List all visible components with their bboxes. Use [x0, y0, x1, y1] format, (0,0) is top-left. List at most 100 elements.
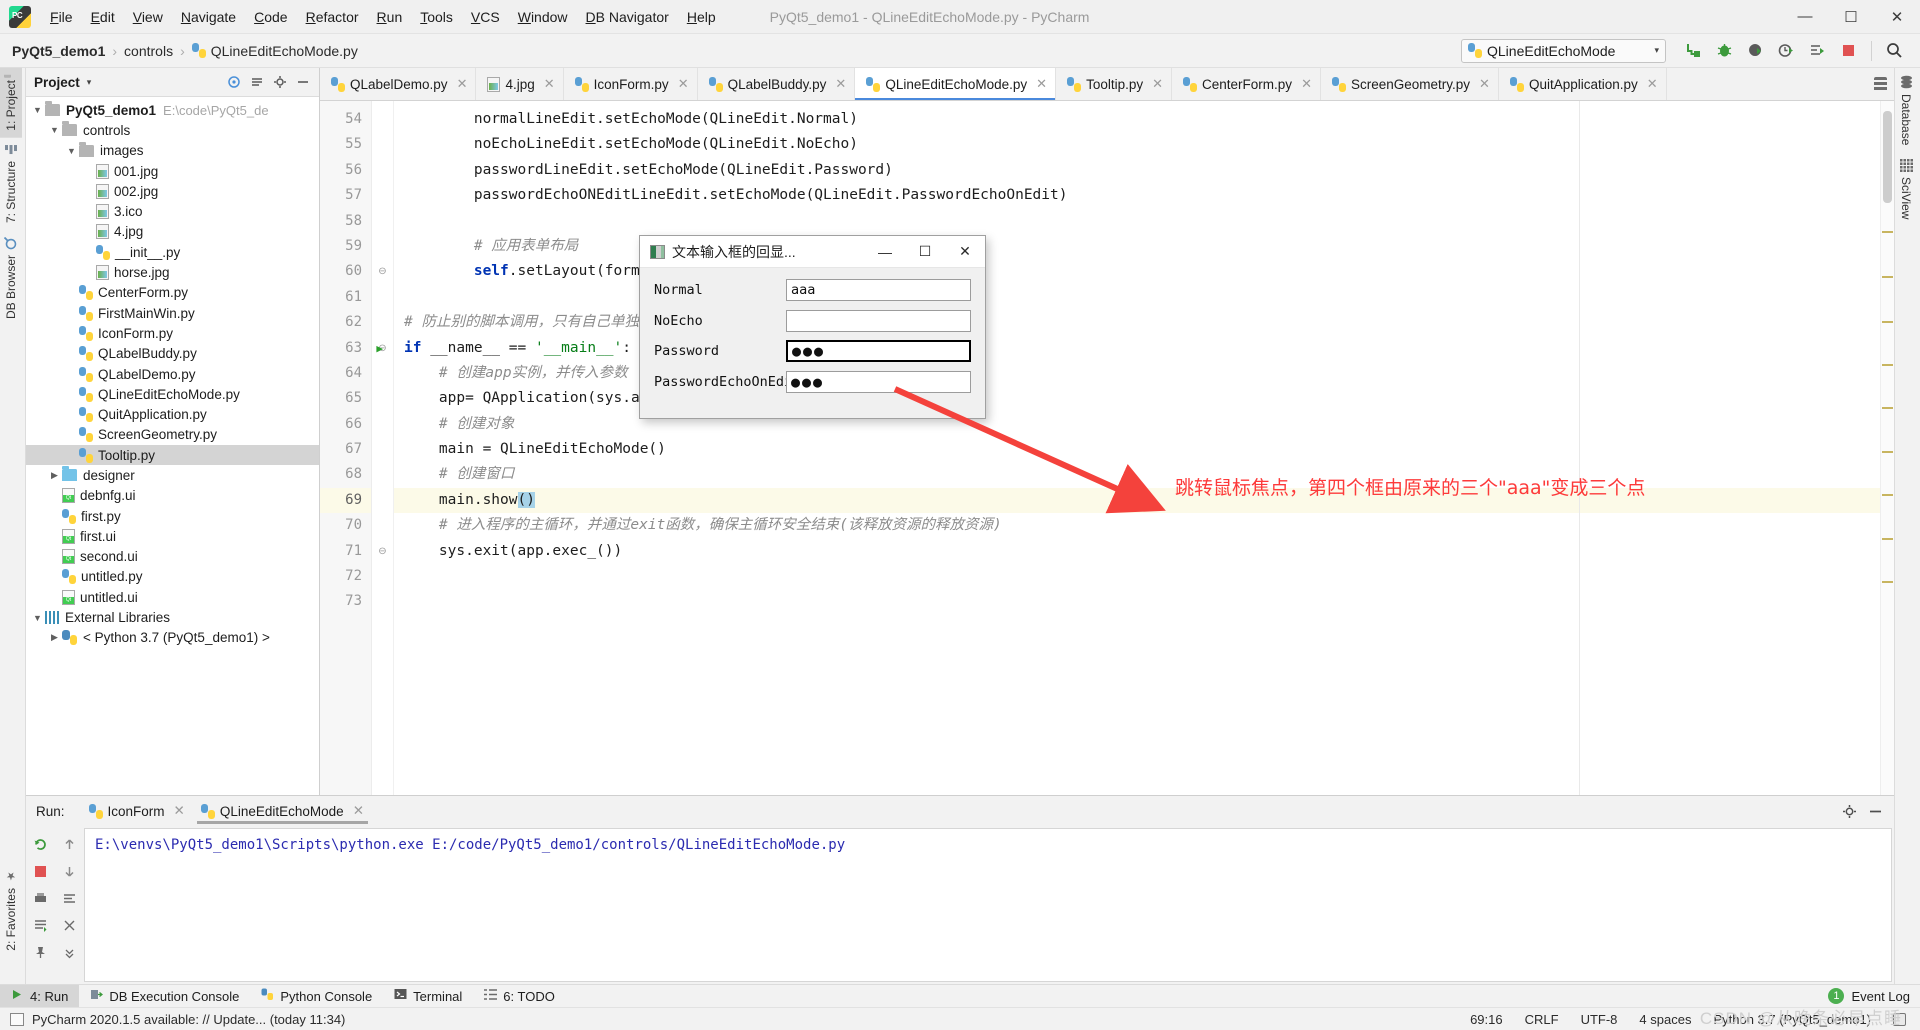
tree-node[interactable]: Tooltip.py [26, 445, 319, 466]
tree-node[interactable]: 001.jpg [26, 161, 319, 181]
menu-vcs[interactable]: VCS [462, 6, 509, 28]
left-tab-project[interactable]: 1: Project [0, 68, 22, 138]
fold-marker[interactable] [372, 183, 393, 208]
dialog-input-passwordechoonedit[interactable]: ●●● [786, 370, 971, 393]
down-arrow-icon[interactable] [57, 859, 82, 883]
tree-node[interactable]: __init__.py [26, 242, 319, 262]
fold-marker[interactable] [372, 564, 393, 589]
dialog-close-icon[interactable]: ✕ [945, 236, 985, 268]
close-icon[interactable]: ✕ [678, 76, 689, 92]
fold-marker[interactable]: ⊖ [372, 259, 393, 284]
code-line[interactable]: normalLineEdit.setEchoMode(QLineEdit.Nor… [394, 107, 1894, 132]
editor-tab-overflow[interactable] [1867, 68, 1894, 100]
editor-tab-4-jpg[interactable]: 4.jpg ✕ [476, 68, 564, 100]
stop-icon[interactable] [28, 859, 53, 883]
fold-marker[interactable] [372, 437, 393, 462]
fold-marker[interactable] [372, 462, 393, 487]
code-line[interactable]: # 进入程序的主循环，并通过exit函数，确保主循环安全结束(该释放资源的释放资… [394, 513, 1894, 538]
close-icon[interactable]: ✕ [544, 76, 555, 92]
menu-run[interactable]: Run [368, 6, 412, 28]
line-separator[interactable]: CRLF [1525, 1012, 1559, 1027]
menu-file[interactable]: File [41, 6, 82, 28]
tree-twisty-icon[interactable]: ▶ [47, 470, 62, 481]
code-line[interactable]: # 创建对象 [394, 412, 1894, 437]
menu-tools[interactable]: Tools [411, 6, 462, 28]
fold-marker[interactable] [372, 158, 393, 183]
menu-db-navigator[interactable]: DB Navigator [577, 6, 678, 28]
tree-node[interactable]: IconForm.py [26, 323, 319, 343]
menu-refactor[interactable]: Refactor [297, 6, 368, 28]
code-line[interactable]: passwordLineEdit.setEchoMode(QLineEdit.P… [394, 158, 1894, 183]
editor-tab-qlabelbuddy-py[interactable]: QLabelBuddy.py ✕ [698, 68, 856, 100]
fold-marker[interactable] [372, 310, 393, 335]
close-icon[interactable]: ✕ [1479, 76, 1490, 92]
fold-marker[interactable] [372, 386, 393, 411]
bottom-tab-terminal[interactable]: Terminal [383, 985, 473, 1008]
menu-code[interactable]: Code [245, 6, 296, 28]
tree-node[interactable]: ▼ PyQt5_demo1 E:\code\PyQt5_de [26, 100, 319, 120]
close-icon[interactable]: ✕ [174, 803, 185, 819]
code-line[interactable]: # 防止别的脚本调用，只有自己单独运行时，才执行下面代码 [394, 310, 1894, 335]
caret-position[interactable]: 69:16 [1470, 1012, 1503, 1027]
encoding[interactable]: UTF-8 [1581, 1012, 1618, 1027]
code-line[interactable] [394, 564, 1894, 589]
code-line[interactable] [394, 209, 1894, 234]
close-icon[interactable]: ✕ [835, 76, 846, 92]
left-tab-favorites[interactable]: 2: Favorites ★ [0, 863, 22, 958]
close-icon[interactable]: ✕ [457, 76, 468, 92]
menu-navigate[interactable]: Navigate [172, 6, 245, 28]
menu-help[interactable]: Help [678, 6, 725, 28]
code-line[interactable]: main = QLineEditEchoMode() [394, 437, 1894, 462]
close-icon[interactable]: ✕ [1036, 76, 1047, 92]
tree-twisty-icon[interactable]: ▼ [64, 146, 79, 156]
search-everywhere-icon[interactable] [1881, 38, 1908, 64]
dialog-input-noecho[interactable] [786, 309, 971, 332]
qt-application-dialog[interactable]: 文本输入框的回显... — ☐ ✕ Normal aaa NoEcho Passwor… [639, 235, 986, 419]
pin-icon[interactable] [28, 940, 53, 964]
fold-marker[interactable] [372, 361, 393, 386]
target-icon[interactable] [223, 72, 244, 93]
editor-tab-screengeometry-py[interactable]: ScreenGeometry.py ✕ [1321, 68, 1499, 100]
close-icon[interactable]: ✕ [353, 803, 364, 819]
run-tab-iconform[interactable]: IconForm ✕ [81, 796, 193, 826]
gear-icon[interactable] [1838, 800, 1860, 822]
tree-node[interactable]: untitled.py [26, 567, 319, 587]
tree-node[interactable]: 3.ico [26, 201, 319, 221]
breadcrumb-project[interactable]: PyQt5_demo1 [12, 43, 105, 59]
dialog-input-normal[interactable]: aaa [786, 279, 971, 301]
breadcrumb-file[interactable]: QLineEditEchoMode.py [191, 43, 358, 59]
scroll-to-end-icon[interactable] [28, 913, 53, 937]
clear-all-icon[interactable] [57, 913, 82, 937]
code-line[interactable]: app= QApplication(sys.argv) [394, 386, 1894, 411]
tree-node[interactable]: ScreenGeometry.py [26, 425, 319, 445]
fold-marker[interactable] [372, 589, 393, 614]
run-line-marker-icon[interactable]: ▶ [376, 336, 383, 361]
close-icon[interactable]: ✕ [1152, 76, 1163, 92]
fold-marker[interactable]: ⊖ [372, 539, 393, 564]
code-line[interactable]: noEchoLineEdit.setEchoMode(QLineEdit.NoE… [394, 132, 1894, 157]
bottom-tab-4-run[interactable]: 4: Run [0, 984, 80, 1008]
dialog-minimize-icon[interactable]: — [865, 236, 905, 268]
maximize-icon[interactable]: ☐ [1828, 0, 1874, 34]
code-line[interactable]: sys.exit(app.exec_()) [394, 539, 1894, 564]
wrap-text-icon[interactable] [57, 886, 82, 910]
bottom-tab-db-execution-console[interactable]: DB Execution Console [79, 985, 250, 1008]
close-icon[interactable]: ✕ [1647, 76, 1658, 92]
scrollbar-thumb[interactable] [1883, 111, 1892, 203]
code-line[interactable]: # 应用表单布局 [394, 234, 1894, 259]
hide-icon[interactable] [1864, 800, 1886, 822]
run-configuration-selector[interactable]: QLineEditEchoMode ▾ [1461, 38, 1666, 63]
indent-setting[interactable]: 4 spaces [1639, 1012, 1691, 1027]
chevron-down-icon[interactable]: ▾ [87, 77, 92, 88]
breadcrumb-folder[interactable]: controls [124, 43, 173, 59]
code-line[interactable]: # 创建窗口 [394, 462, 1894, 487]
dialog-maximize-icon[interactable]: ☐ [905, 236, 945, 268]
editor-tab-iconform-py[interactable]: IconForm.py ✕ [564, 68, 698, 100]
run-coverage-icon[interactable] [1742, 38, 1769, 64]
code-line[interactable]: if __name__ == '__main__': [394, 336, 1894, 361]
dialog-input-password[interactable]: ●●● [786, 340, 971, 362]
tree-node[interactable]: QLabelDemo.py [26, 364, 319, 384]
tree-node[interactable]: horse.jpg [26, 262, 319, 282]
tree-node[interactable]: ▼ External Libraries [26, 607, 319, 627]
editor-tab-qlabeldemo-py[interactable]: QLabelDemo.py ✕ [320, 68, 477, 100]
